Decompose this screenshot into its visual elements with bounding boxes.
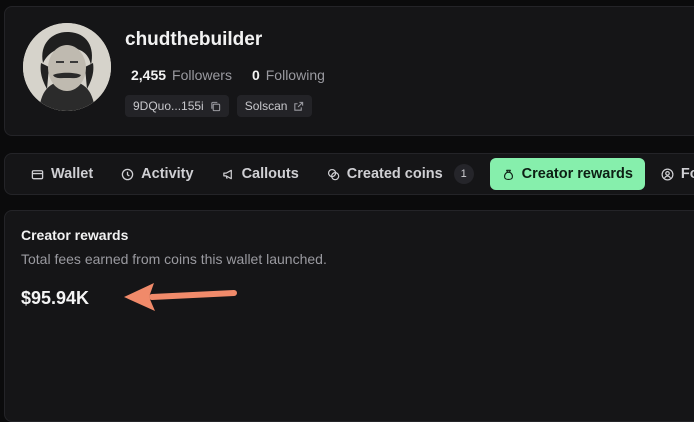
tab-label: Activity xyxy=(141,166,194,182)
followers-count: 2,455 xyxy=(131,67,167,83)
username: chudthebuilder xyxy=(125,29,263,50)
clock-icon xyxy=(121,168,134,180)
followers-stat[interactable]: 2,455 Followers xyxy=(131,67,232,83)
wallet-address: 9DQuo...155i xyxy=(133,99,204,113)
following-count: 0 xyxy=(251,67,260,83)
tab-wallet[interactable]: Wallet xyxy=(19,158,105,190)
avatar[interactable] xyxy=(23,23,111,111)
tab-label: Creator rewards xyxy=(521,166,633,182)
copy-icon xyxy=(211,101,220,111)
solscan-link[interactable]: Solscan xyxy=(236,95,313,117)
megaphone-icon xyxy=(222,169,232,179)
tab-label: Callouts xyxy=(241,166,299,182)
tab-label: Wallet xyxy=(51,166,94,182)
coins-icon xyxy=(327,168,340,180)
rewards-description: Total fees earned from coins this wallet… xyxy=(21,251,327,267)
follow-stats: 2,455 Followers 0 Following xyxy=(131,67,325,83)
following-stat[interactable]: 0 Following xyxy=(252,67,325,83)
tab-callouts[interactable]: Callouts xyxy=(210,158,311,190)
tab-label: Follo xyxy=(680,166,694,182)
following-label: Following xyxy=(265,67,325,83)
tab-label: Created coins xyxy=(346,166,443,182)
external-link-icon xyxy=(294,101,304,111)
tab-followers[interactable]: Follo xyxy=(649,158,694,190)
created-coins-count-badge: 1 xyxy=(453,164,474,184)
followers-label: Followers xyxy=(172,67,232,83)
money-bag-icon xyxy=(503,169,513,180)
wallet-icon xyxy=(31,169,44,179)
rewards-title: Creator rewards xyxy=(21,227,129,243)
user-icon xyxy=(661,168,674,180)
tab-creator-rewards[interactable]: Creator rewards xyxy=(489,158,645,190)
tab-activity[interactable]: Activity xyxy=(109,158,205,190)
creator-rewards-panel: Creator rewards Total fees earned from c… xyxy=(4,210,694,422)
annotation-arrow-icon xyxy=(124,283,237,311)
profile-card: chudthebuilder 2,455 Followers 0 Following… xyxy=(4,6,694,136)
copy-wallet-address-chip[interactable]: 9DQuo...155i xyxy=(125,95,229,117)
rewards-amount: $95.94K xyxy=(21,288,90,308)
solscan-label: Solscan xyxy=(244,99,288,113)
tab-created-coins[interactable]: Created coins 1 xyxy=(315,158,486,190)
profile-tabs: Wallet Activity Callouts Created coins 1… xyxy=(4,153,694,195)
